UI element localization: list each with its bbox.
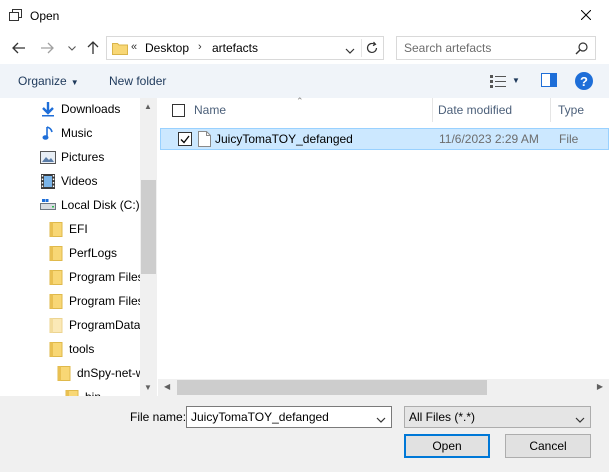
nav-label: Program Files — [69, 294, 144, 308]
folder-icon — [48, 245, 64, 261]
nav-item-program-files-x86[interactable]: Program Files — [48, 290, 144, 312]
folder-icon — [48, 341, 64, 357]
preview-pane-icon[interactable] — [541, 73, 557, 90]
file-date-modified: 11/6/2023 2:29 AM — [439, 132, 539, 146]
nav-label: Downloads — [61, 102, 121, 116]
refresh-icon[interactable] — [365, 41, 379, 58]
arrow-right-icon[interactable] — [39, 40, 55, 56]
scroll-down-icon[interactable]: ▼ — [144, 383, 152, 392]
file-type-select[interactable]: All Files (*.*) — [404, 406, 591, 428]
view-dropdown-caret-icon[interactable]: ▼ — [512, 76, 520, 85]
folder-icon — [64, 389, 80, 396]
chevron-down-icon[interactable] — [575, 412, 585, 426]
folder-icon — [48, 221, 64, 237]
breadcrumb-artefacts[interactable]: artefacts — [212, 41, 258, 55]
nav-item-music[interactable]: Music — [40, 122, 92, 144]
file-list-horizontal-scrollbar[interactable]: ◀ ▶ — [158, 379, 609, 396]
nav-item-local-disk[interactable]: Local Disk (C:) — [40, 194, 140, 216]
new-folder-button[interactable]: New folder — [109, 74, 166, 88]
search-icon[interactable] — [575, 42, 588, 58]
nav-label: Program Files — [69, 270, 144, 284]
nav-pane-scrollbar[interactable]: ▲ ▼ — [140, 98, 157, 396]
address-history-chevron-icon[interactable] — [345, 43, 355, 57]
nav-item-bin[interactable]: bin — [64, 386, 101, 396]
scroll-left-icon[interactable]: ◀ — [164, 382, 170, 391]
arrow-up-icon[interactable] — [85, 40, 101, 56]
folder-icon — [112, 41, 128, 58]
file-type-value[interactable]: All Files (*.*) — [409, 410, 475, 424]
nav-item-program-files[interactable]: Program Files — [48, 266, 144, 288]
cancel-button[interactable]: Cancel — [505, 434, 591, 458]
divider — [361, 39, 362, 57]
nav-item-programdata[interactable]: ProgramData — [48, 314, 140, 336]
pictures-icon — [40, 149, 56, 165]
open-button[interactable]: Open — [404, 434, 490, 458]
folder-icon — [48, 293, 64, 309]
help-icon[interactable]: ? — [575, 72, 593, 90]
chevron-down-icon[interactable] — [376, 412, 386, 426]
scrollbar-thumb[interactable] — [177, 380, 487, 395]
select-all-checkbox[interactable] — [172, 104, 185, 117]
title-bar: Open — [0, 0, 609, 32]
breadcrumb-separator: › — [198, 41, 202, 53]
nav-label: PerfLogs — [69, 246, 118, 260]
nav-label: dnSpy-net-w — [77, 366, 145, 380]
nav-item-efi[interactable]: EFI — [48, 218, 88, 240]
file-name-value[interactable]: JuicyTomaTOY_defanged — [191, 410, 329, 424]
nav-item-tools[interactable]: tools — [48, 338, 94, 360]
nav-label: Videos — [61, 174, 98, 188]
music-note-icon — [40, 125, 56, 141]
column-divider[interactable] — [432, 98, 433, 122]
nav-item-videos[interactable]: Videos — [40, 170, 97, 192]
breadcrumb-overflow[interactable]: « — [131, 41, 137, 53]
nav-label: Pictures — [61, 150, 105, 164]
file-icon — [198, 131, 211, 150]
column-header-date-modified[interactable]: Date modified — [438, 98, 550, 122]
organize-label: Organize — [18, 74, 67, 88]
open-dialog-icon — [9, 9, 23, 22]
file-type: File — [559, 132, 579, 146]
scrollbar-thumb[interactable] — [141, 180, 156, 274]
nav-item-pictures[interactable]: Pictures — [40, 146, 104, 168]
organize-button[interactable]: Organize ▼ — [18, 74, 79, 88]
nav-label: Music — [61, 126, 93, 140]
folder-icon — [48, 269, 64, 285]
scroll-right-icon[interactable]: ▶ — [597, 382, 603, 391]
file-name-label: File name: — [130, 410, 187, 424]
file-list: ⌃ Name Date modified Type JuicyTomaTOY_d… — [158, 96, 609, 396]
nav-label: ProgramData — [69, 318, 141, 332]
chevron-down-icon[interactable] — [64, 40, 80, 56]
window-title: Open — [30, 9, 60, 23]
file-row[interactable]: JuicyTomaTOY_defanged 11/6/2023 2:29 AM … — [160, 128, 609, 150]
navigation-pane: Downloads Music Pictures Videos Local Di… — [0, 98, 158, 396]
folder-icon — [56, 365, 72, 381]
column-divider[interactable] — [550, 98, 551, 122]
close-icon[interactable] — [563, 0, 609, 30]
dialog-footer: File name: JuicyTomaTOY_defanged All Fil… — [0, 396, 609, 472]
row-checkbox[interactable] — [178, 132, 192, 146]
folder-icon — [48, 317, 64, 333]
search-placeholder[interactable]: Search artefacts — [404, 41, 491, 55]
column-header-type[interactable]: Type — [558, 98, 608, 122]
column-header-name[interactable]: Name — [194, 98, 432, 122]
download-arrow-icon — [40, 101, 56, 117]
videos-icon — [40, 173, 56, 189]
nav-item-dnspy[interactable]: dnSpy-net-w — [56, 362, 144, 384]
search-box[interactable]: Search artefacts — [396, 36, 596, 60]
nav-label: EFI — [69, 222, 88, 236]
address-bar[interactable]: « Desktop › artefacts — [106, 36, 384, 60]
scroll-up-icon[interactable]: ▲ — [144, 102, 152, 111]
file-name: JuicyTomaTOY_defanged — [215, 132, 353, 146]
caret-down-icon: ▼ — [70, 78, 79, 87]
view-options-icon[interactable] — [490, 74, 506, 91]
file-name-input[interactable]: JuicyTomaTOY_defanged — [186, 406, 392, 428]
breadcrumb-desktop[interactable]: Desktop — [145, 41, 189, 55]
nav-label: tools — [69, 342, 95, 356]
nav-label: Local Disk (C:) — [61, 198, 140, 212]
nav-item-perflogs[interactable]: PerfLogs — [48, 242, 117, 264]
command-toolbar: Organize ▼ New folder ▼ ? — [0, 64, 609, 98]
arrow-left-icon[interactable] — [11, 40, 27, 56]
nav-item-downloads[interactable]: Downloads — [40, 98, 120, 120]
drive-icon — [40, 197, 56, 213]
